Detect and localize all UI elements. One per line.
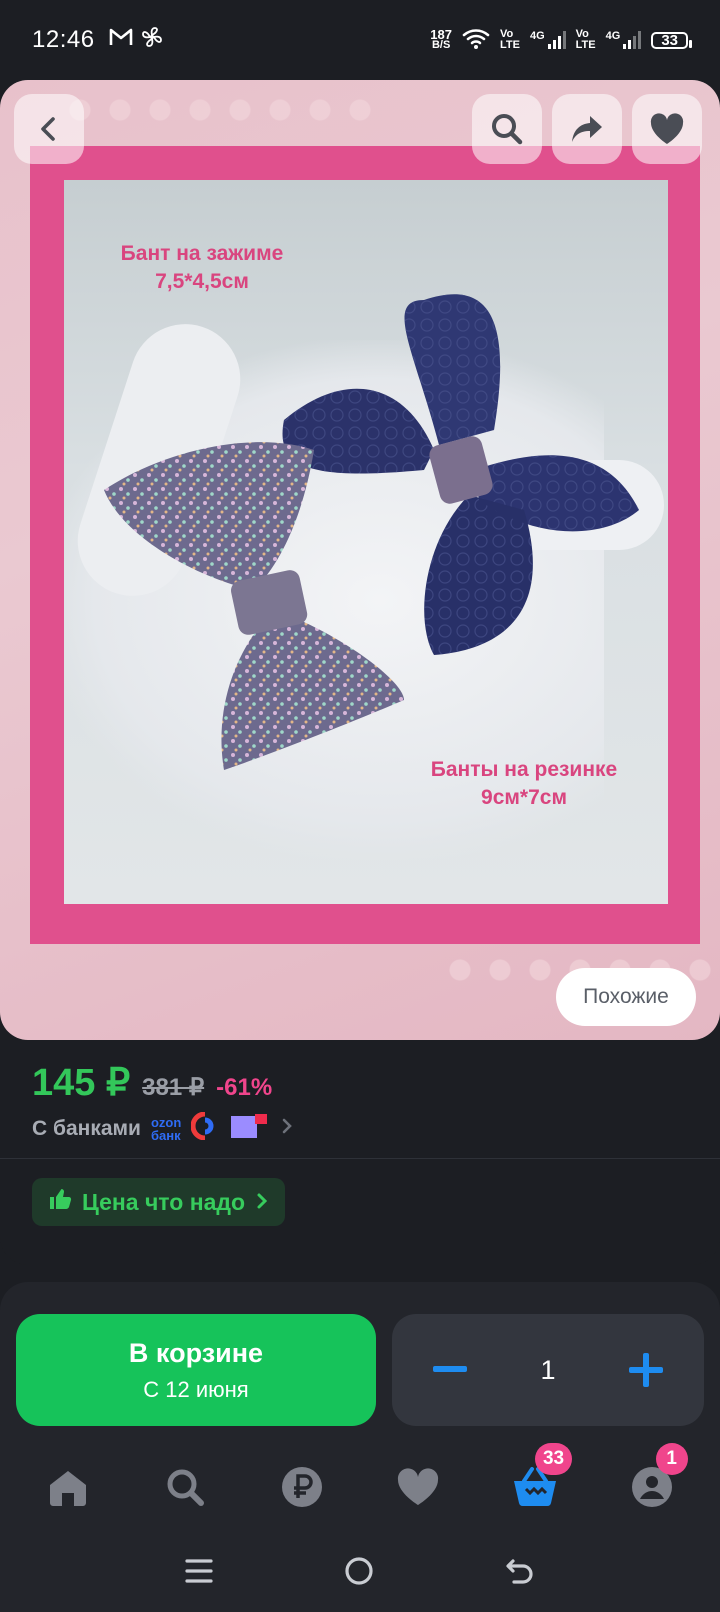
minus-icon: [433, 1366, 467, 1372]
search-icon: [167, 1469, 204, 1506]
search-button[interactable]: [472, 94, 542, 164]
similar-products-button[interactable]: Похожие: [556, 968, 696, 1026]
good-price-badge[interactable]: Цена что надо: [32, 1178, 286, 1226]
caption-elastic-bows: Банты на резинке 9см*7см: [430, 758, 618, 809]
nav-cart[interactable]: 33: [505, 1443, 573, 1517]
product-photo-frame: Бант на зажиме 7,5*4,5см Банты на резинк…: [30, 146, 700, 944]
price-section: 145 ₽ 381 ₽ -61% С банками ozon банк Цен…: [0, 1040, 720, 1265]
favorite-button[interactable]: [632, 94, 702, 164]
back-system-button[interactable]: [505, 1557, 535, 1590]
plus-icon: [629, 1353, 663, 1387]
product-photo: Бант на зажиме 7,5*4,5см Банты на резинк…: [64, 180, 668, 904]
ruble-icon: [281, 1467, 322, 1507]
sim1-tech: Vo LTE: [500, 28, 520, 51]
sim2-signal: 4G: [606, 31, 642, 49]
glitter-bow: [104, 442, 404, 770]
menu-icon: [185, 1558, 213, 1583]
caption-clip-bow: Бант на зажиме 7,5*4,5см: [120, 242, 284, 293]
delivery-date: С 12 июня: [143, 1376, 249, 1402]
clock: 12:46: [32, 26, 95, 53]
search-icon: [492, 114, 523, 145]
back-button[interactable]: [14, 94, 84, 164]
system-navigation-bar: [0, 1534, 720, 1612]
circle-home-icon: [345, 1556, 373, 1585]
old-price: 381 ₽: [142, 1074, 205, 1101]
quantity-stepper: 1: [392, 1314, 704, 1426]
wifi-icon: [462, 28, 490, 53]
cart-count-badge: 33: [534, 1443, 573, 1475]
nav-search[interactable]: [155, 1457, 215, 1517]
discount-percent: -61%: [216, 1074, 273, 1101]
chevron-right-icon: [279, 1117, 295, 1141]
good-price-label: Цена что надо: [82, 1188, 246, 1215]
sim2-tech: Vo LTE: [575, 28, 596, 51]
nav-finance[interactable]: [272, 1457, 332, 1517]
in-cart-button[interactable]: В корзине С 12 июня: [16, 1314, 376, 1426]
status-bar: 12:46 187 B/S Vo LTE 4G Vo LTE 4G 33: [0, 0, 720, 80]
card-logo-icon: [229, 1112, 269, 1146]
gmail-icon: [109, 27, 133, 53]
nav-home[interactable]: [38, 1457, 98, 1517]
thumbs-up-icon: [48, 1187, 72, 1217]
ozon-bank-logo: ozon банк: [150, 1115, 182, 1143]
chevron-right-icon: [255, 1189, 269, 1216]
fan-icon: [141, 26, 163, 54]
product-image-gallery[interactable]: Бант на зажиме 7,5*4,5см Банты на резинк…: [0, 80, 720, 1040]
sim1-signal: 4G: [530, 31, 566, 49]
in-cart-label: В корзине: [128, 1337, 264, 1368]
quantity-value: 1: [540, 1354, 556, 1385]
home-icon: [50, 1471, 87, 1506]
share-button[interactable]: [552, 94, 622, 164]
home-button[interactable]: [344, 1556, 374, 1591]
bank-offer-row[interactable]: С банками ozon банк: [32, 1111, 295, 1146]
heart-icon: [650, 113, 684, 144]
back-arrow-icon: [506, 1558, 533, 1584]
nav-favorites[interactable]: [388, 1457, 448, 1517]
nav-profile[interactable]: 1: [622, 1443, 688, 1517]
share-arrow-icon: [572, 116, 602, 142]
decrease-quantity-button[interactable]: [430, 1350, 470, 1390]
bottom-navigation: 33 1: [0, 1432, 720, 1542]
bank-logo-icon: [190, 1111, 219, 1146]
banks-label: С банками: [32, 1117, 141, 1140]
battery-indicator: 33: [651, 31, 692, 49]
heart-icon: [398, 1468, 439, 1505]
recent-apps-button[interactable]: [185, 1558, 213, 1589]
network-speed: 187 B/S: [430, 27, 452, 51]
profile-notification-badge: 1: [655, 1443, 688, 1475]
current-price: 145 ₽: [32, 1062, 131, 1104]
chevron-left-icon: [41, 117, 55, 141]
increase-quantity-button[interactable]: [626, 1350, 666, 1390]
